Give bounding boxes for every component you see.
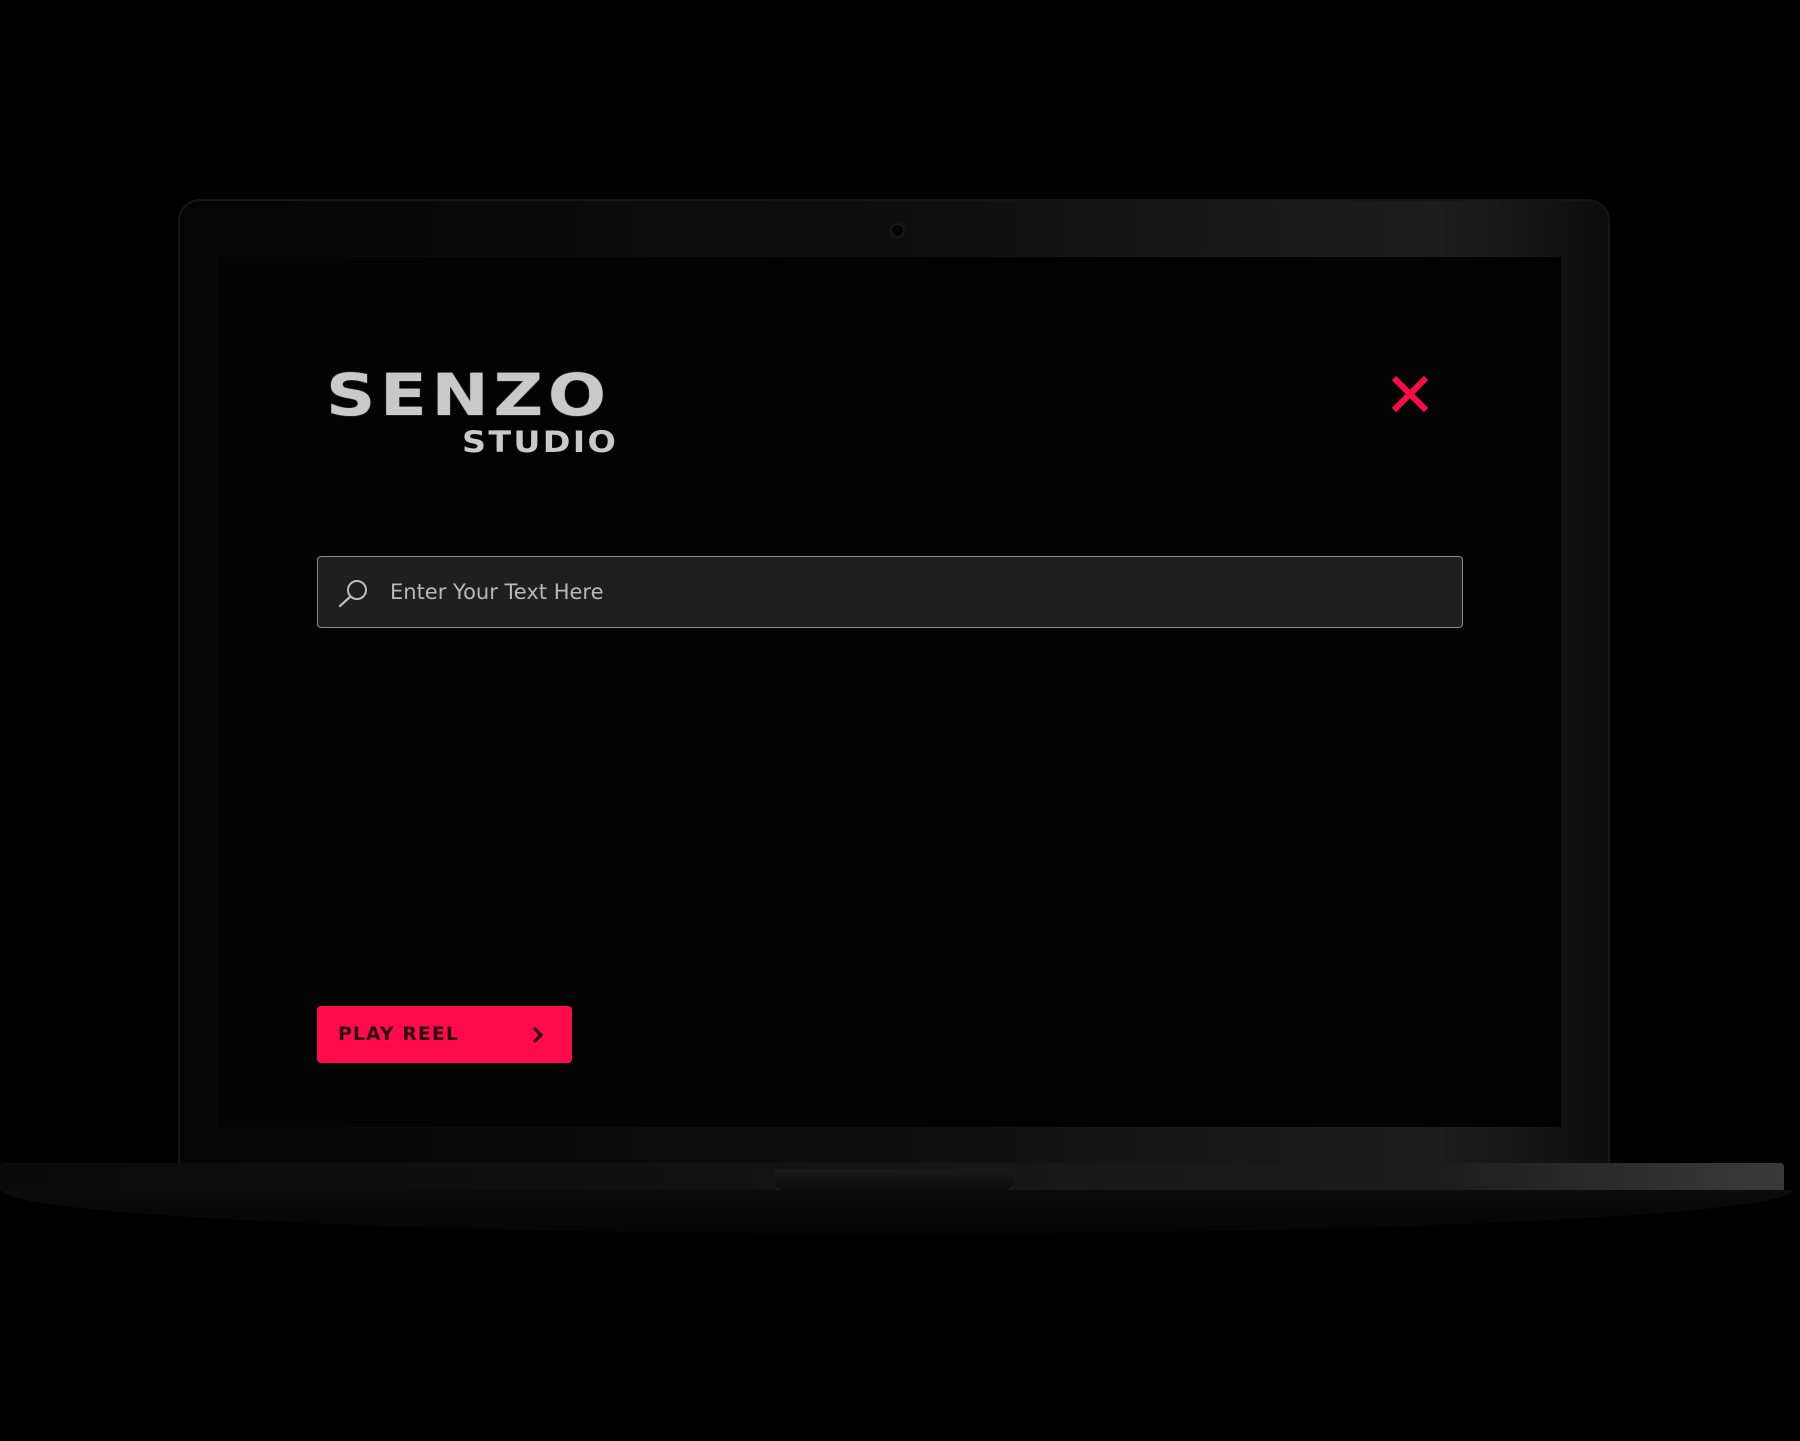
- brand-name: SENZO: [326, 361, 611, 429]
- brand-logo: SENZO STUDIO: [326, 365, 626, 459]
- webcam: [892, 225, 903, 236]
- laptop-base-bottom: [2, 1190, 1792, 1234]
- search-icon: [338, 580, 367, 608]
- play-reel-label: PLAY REEL: [338, 1023, 459, 1045]
- laptop-hinge-notch: [774, 1169, 1014, 1191]
- search-bar[interactable]: [317, 556, 1463, 628]
- brand-subtitle: STUDIO: [462, 425, 619, 459]
- laptop-screen: SENZO STUDIO PLAY REEL: [218, 257, 1561, 1127]
- play-reel-button[interactable]: PLAY REEL: [317, 1006, 572, 1063]
- chevron-right-icon: [532, 1026, 544, 1044]
- close-icon: [1391, 375, 1429, 413]
- close-button[interactable]: [1388, 372, 1432, 416]
- search-input[interactable]: [390, 557, 1440, 627]
- laptop-mockup: SENZO STUDIO PLAY REEL: [0, 0, 1800, 1441]
